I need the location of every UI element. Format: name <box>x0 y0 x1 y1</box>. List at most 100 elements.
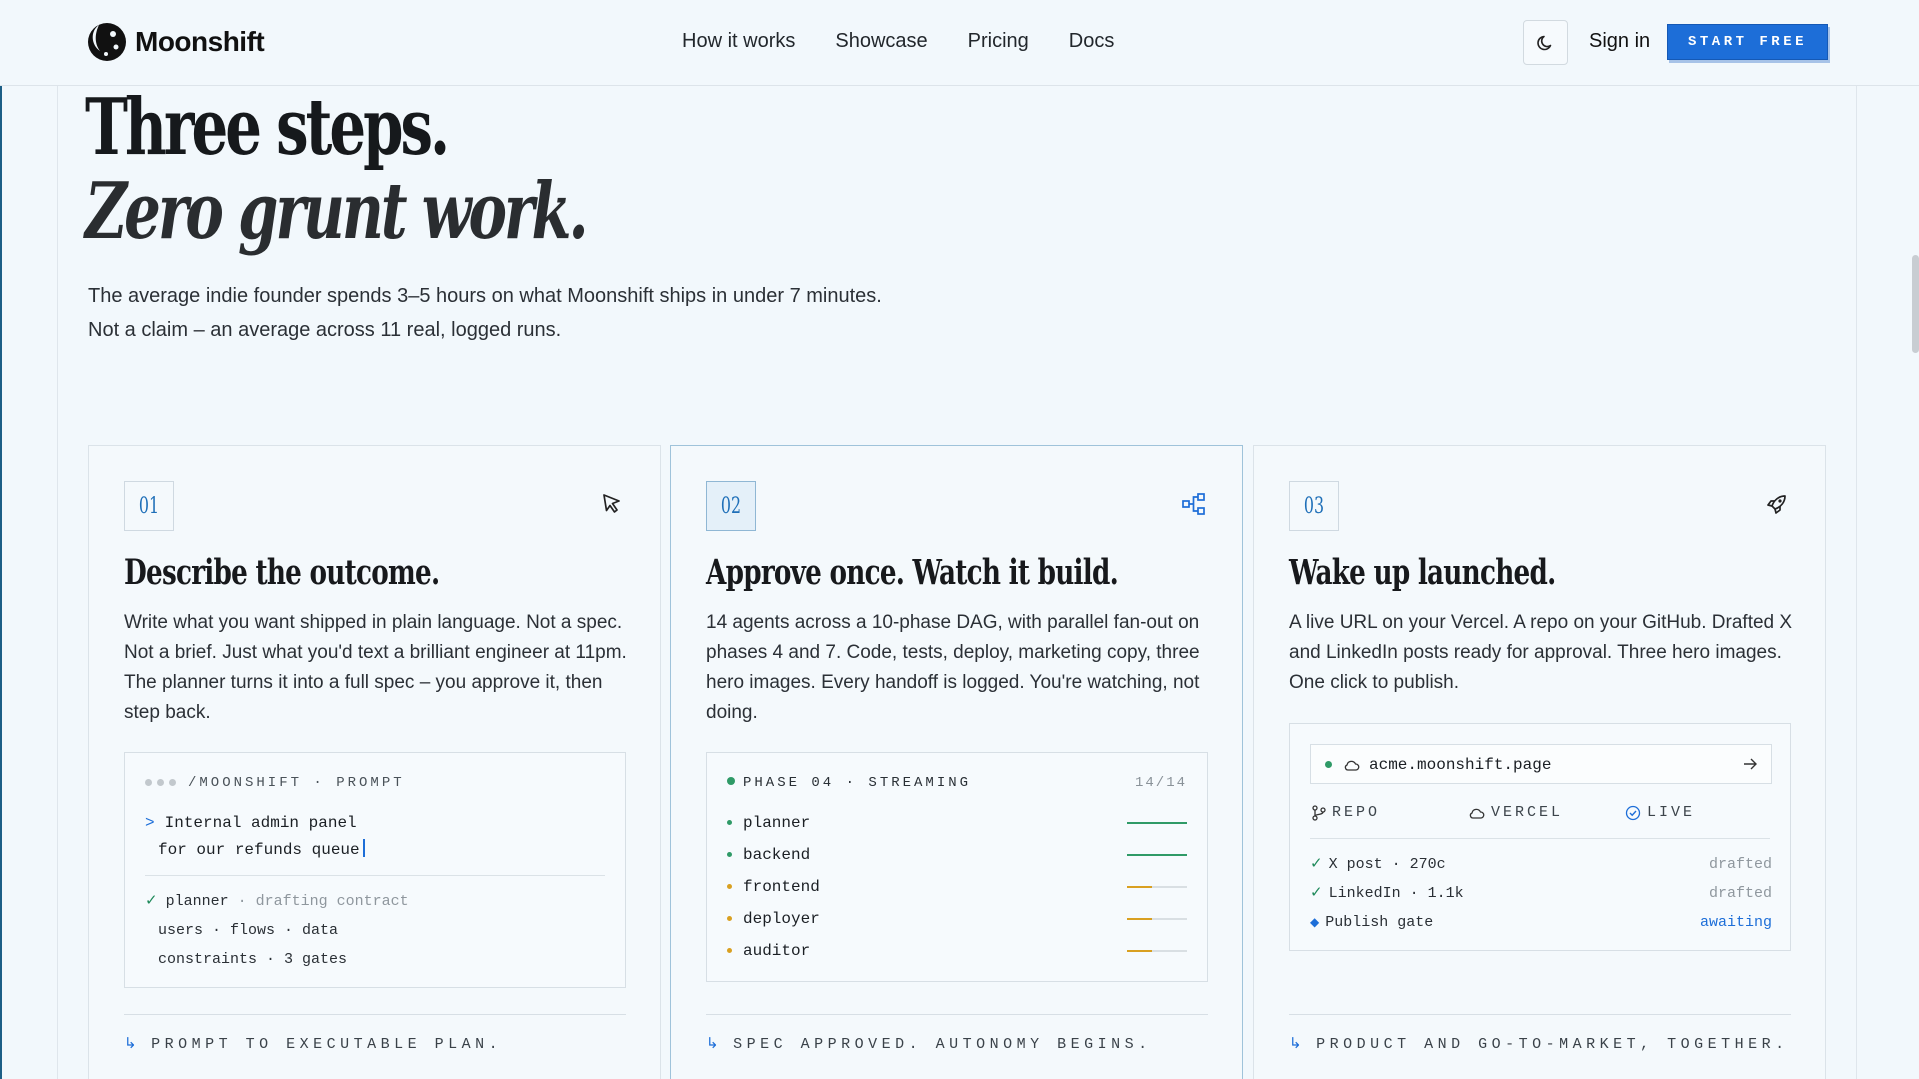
list-item: ✓ LinkedIn · 1.1k drafted <box>1310 879 1772 908</box>
list-item: ✓ X post · 270c drafted <box>1310 850 1772 879</box>
text-cursor <box>362 839 365 857</box>
progress-bar <box>1127 854 1187 856</box>
arrow-right-icon[interactable] <box>1741 755 1759 773</box>
progress-fill <box>1127 822 1187 824</box>
panel-header: /MOONSHIFT · PROMPT <box>145 775 405 791</box>
agent-row: auditor <box>727 935 1187 967</box>
post-state: drafted <box>1708 856 1772 873</box>
nav-link-showcase[interactable]: Showcase <box>835 30 927 53</box>
sign-in-link[interactable]: Sign in <box>1589 30 1650 53</box>
agent-name: frontend <box>743 878 820 896</box>
cloud-icon <box>1469 808 1485 819</box>
git-branch-icon <box>1312 804 1326 821</box>
step-title: Approve once. Watch it build. <box>706 552 1119 593</box>
progress-bar <box>1127 886 1187 888</box>
launch-panel: acme.moonshift.page REPO VERCEL LIVE ✓ X… <box>1289 723 1791 951</box>
step-title: Wake up launched. <box>1289 552 1556 593</box>
status-dot <box>727 777 735 785</box>
repo-status: REPO <box>1312 804 1380 821</box>
divider <box>1310 838 1770 839</box>
step-description: Write what you want shipped in plain lan… <box>124 612 627 723</box>
nav-link-pricing[interactable]: Pricing <box>968 30 1029 53</box>
check-icon: ✓ <box>1310 856 1323 873</box>
check-icon: ✓ <box>145 893 158 910</box>
hero-title-italic: Zero grunt work. <box>85 166 589 257</box>
window-dots-icon <box>145 778 176 786</box>
diamond-icon: ◆ <box>1310 916 1320 930</box>
divider <box>706 1014 1208 1015</box>
progress-bar <box>1127 918 1187 920</box>
divider <box>1289 1014 1791 1015</box>
hero-subtitle: The average indie founder spends 3–5 hou… <box>88 279 882 347</box>
phase-panel: PHASE 04 · STREAMING 14/14 planner backen… <box>706 752 1208 982</box>
start-free-button[interactable]: START FREE <box>1667 24 1828 60</box>
divider <box>145 875 605 876</box>
step-number: 01 <box>124 481 174 531</box>
progress-bar <box>1127 950 1187 952</box>
step-caption: ↳ PRODUCT AND GO-TO-MARKET, TOGETHER. <box>1289 1036 1789 1053</box>
progress-fill <box>1127 854 1187 856</box>
step-caption: ↳ SPEC APPROVED. AUTONOMY BEGINS. <box>706 1036 1152 1053</box>
status-dot <box>727 916 732 921</box>
step-number: 03 <box>1289 481 1339 531</box>
agent-name: backend <box>743 846 811 864</box>
moon-icon <box>1536 35 1551 50</box>
step-card-approve: 02 Approve once. Watch it build. 14 agen… <box>670 445 1243 1079</box>
check-icon: ✓ <box>1310 885 1323 902</box>
hero-subtitle-line-1: The average indie founder spends 3–5 hou… <box>88 285 882 307</box>
post-state: drafted <box>1708 885 1772 902</box>
step-caption: ↳ PROMPT TO EXECUTABLE PLAN. <box>124 1036 503 1053</box>
phase-count: 14/14 <box>1134 775 1187 791</box>
prompt-text: > Internal admin panel for our refunds qu… <box>145 810 365 864</box>
nav-link-docs[interactable]: Docs <box>1069 30 1115 53</box>
agent-list: planner backend frontend deployer auditor <box>727 807 1187 967</box>
step-title: Describe the outcome. <box>124 552 440 593</box>
step-description: A live URL on your Vercel. A repo on you… <box>1289 612 1793 693</box>
status-dot <box>727 948 732 953</box>
agent-row: deployer <box>727 903 1187 935</box>
list-item[interactable]: ◆ Publish gate awaiting <box>1310 908 1772 937</box>
cloud-icon <box>1344 760 1360 771</box>
prompt-caret: > <box>145 814 155 832</box>
post-state: awaiting <box>1699 914 1772 931</box>
theme-toggle-button[interactable] <box>1523 20 1568 65</box>
progress-fill <box>1127 950 1153 952</box>
status-dot <box>1325 761 1332 768</box>
status-dot <box>727 852 732 857</box>
brand-name: Moonshift <box>135 26 265 57</box>
agent-row: planner <box>727 807 1187 839</box>
cursor-arrow-icon <box>603 494 620 513</box>
progress-fill <box>1127 918 1153 920</box>
brand[interactable]: Moonshift <box>86 21 265 63</box>
agent-name: planner <box>743 814 811 832</box>
check-circle-icon <box>1625 805 1641 820</box>
deploy-status-row: REPO VERCEL LIVE <box>1310 804 1772 824</box>
agent-row: backend <box>727 839 1187 871</box>
plan-output: ✓ planner · drafting contract users · flo… <box>145 893 409 968</box>
rocket-icon <box>1767 495 1786 514</box>
step-description: 14 agents across a 10-phase DAG, with pa… <box>706 612 1200 723</box>
moonshift-logo-icon <box>88 23 126 61</box>
page-edge-rule <box>0 48 2 1079</box>
progress-fill <box>1127 886 1153 888</box>
hero-subtitle-line-2: Not a claim – an average across 11 real,… <box>88 319 562 341</box>
agent-name: auditor <box>743 942 811 960</box>
step-number: 02 <box>706 481 756 531</box>
nav-links: How it works Showcase Pricing Docs <box>682 30 1114 53</box>
status-dot <box>727 820 732 825</box>
progress-bar <box>1127 822 1187 824</box>
agent-row: frontend <box>727 871 1187 903</box>
live-url-bar[interactable]: acme.moonshift.page <box>1310 744 1772 784</box>
live-url[interactable]: acme.moonshift.page <box>1369 756 1551 774</box>
vercel-status: VERCEL <box>1468 804 1563 821</box>
step-card-launch: 03 Wake up launched. A live URL on your … <box>1253 445 1826 1079</box>
nav-link-how-it-works[interactable]: How it works <box>682 30 795 53</box>
agent-name: deployer <box>743 910 820 928</box>
step-card-describe: 01 Describe the outcome. Write what you … <box>88 445 661 1079</box>
divider <box>124 1014 626 1015</box>
return-arrow-icon: ↳ <box>1289 1036 1307 1053</box>
prompt-panel: /MOONSHIFT · PROMPT > Internal admin pane… <box>124 752 626 988</box>
top-nav: Moonshift How it works Showcase Pricing … <box>0 0 1919 86</box>
flow-graph-icon <box>1182 493 1205 515</box>
scrollbar-thumb[interactable] <box>1912 255 1919 353</box>
